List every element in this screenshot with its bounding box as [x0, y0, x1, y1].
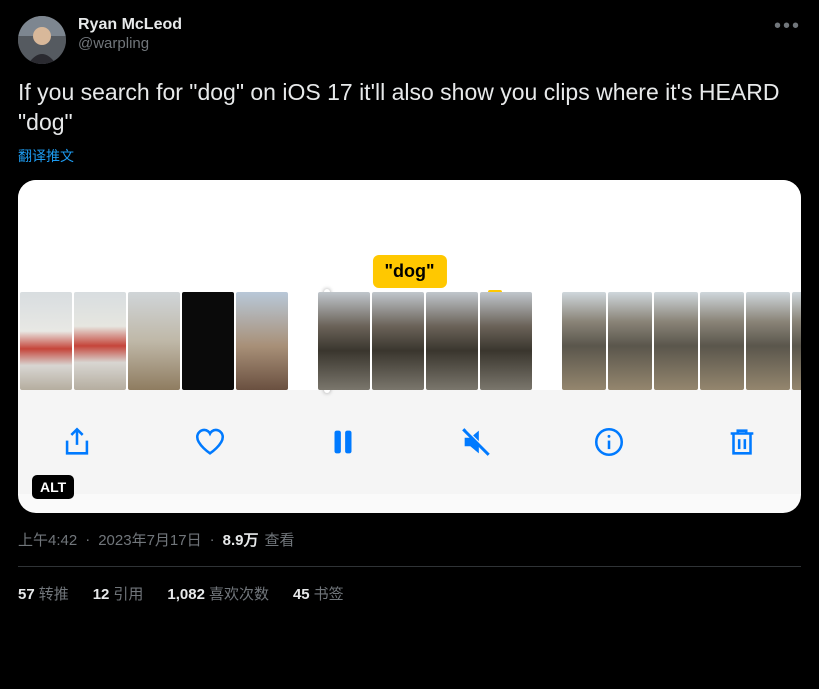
bookmarks-stat[interactable]: 45书签 [293, 583, 344, 604]
user-handle[interactable]: @warpling [78, 35, 762, 52]
likes-stat[interactable]: 1,082喜欢次数 [167, 583, 269, 604]
views-count[interactable]: 8.9万 [223, 529, 259, 550]
video-frame [236, 292, 288, 390]
video-frame [562, 292, 606, 390]
alt-badge[interactable]: ALT [32, 475, 74, 499]
avatar[interactable] [18, 16, 66, 64]
tweet-time[interactable]: 上午4:42 [18, 529, 77, 550]
video-frame [480, 292, 532, 390]
search-tag-badge: "dog" [372, 255, 446, 288]
video-frame [182, 292, 234, 390]
tweet-text: If you search for "dog" on iOS 17 it'll … [18, 78, 801, 138]
display-name[interactable]: Ryan McLeod [78, 16, 762, 34]
clip-group-3[interactable] [562, 292, 801, 390]
mute-icon[interactable] [459, 425, 493, 459]
retweets-stat[interactable]: 57转推 [18, 583, 69, 604]
video-frame [318, 292, 370, 390]
trash-icon[interactable] [725, 425, 759, 459]
heart-icon[interactable] [193, 425, 227, 459]
clip-group-1[interactable] [20, 292, 288, 390]
video-frame [746, 292, 790, 390]
video-frame [608, 292, 652, 390]
video-frame [74, 292, 126, 390]
more-icon[interactable]: ••• [774, 16, 801, 36]
clip-group-2[interactable] [318, 292, 532, 390]
media-card[interactable]: "dog" [18, 180, 801, 513]
video-frame [792, 292, 801, 390]
media-header-area: "dog" [18, 180, 801, 292]
video-frame [20, 292, 72, 390]
video-frame [654, 292, 698, 390]
pause-icon[interactable] [326, 425, 360, 459]
translate-link[interactable]: 翻译推文 [18, 146, 74, 166]
info-icon[interactable] [592, 425, 626, 459]
views-label: 查看 [264, 529, 294, 550]
video-frame [426, 292, 478, 390]
video-frame [128, 292, 180, 390]
tweet-date[interactable]: 2023年7月17日 [98, 529, 201, 550]
media-toolbar [18, 390, 801, 494]
user-info: Ryan McLeod @warpling [78, 16, 762, 52]
video-frame [372, 292, 424, 390]
video-frame [700, 292, 744, 390]
tweet-header: Ryan McLeod @warpling ••• [18, 16, 801, 64]
stats-row: 57转推 12引用 1,082喜欢次数 45书签 [18, 567, 801, 604]
video-timeline[interactable] [18, 292, 801, 390]
tweet-container: Ryan McLeod @warpling ••• If you search … [0, 0, 819, 620]
share-icon[interactable] [60, 425, 94, 459]
quotes-stat[interactable]: 12引用 [93, 583, 144, 604]
meta-row: 上午4:42 · 2023年7月17日 · 8.9万 查看 [18, 529, 801, 567]
